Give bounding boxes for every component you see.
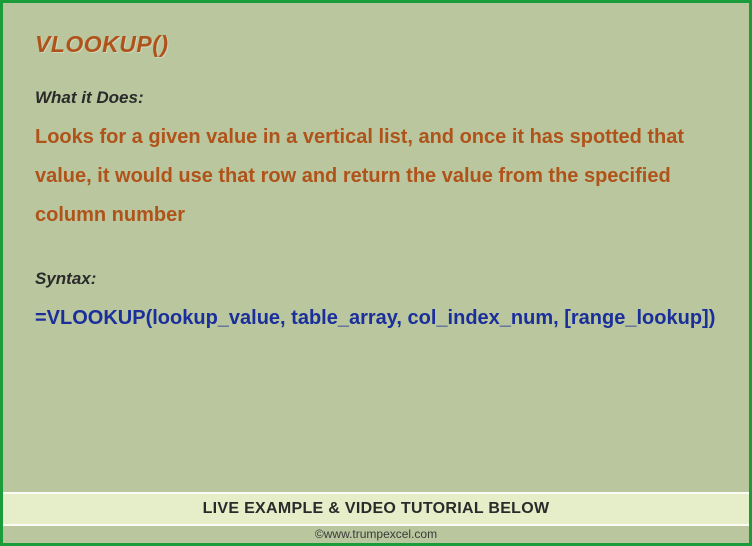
what-it-does-label: What it Does: [35, 88, 717, 108]
card-content: VLOOKUP() What it Does: Looks for a give… [3, 3, 749, 492]
function-title: VLOOKUP() [35, 31, 717, 58]
footer-bar: LIVE EXAMPLE & VIDEO TUTORIAL BELOW [3, 492, 749, 526]
function-card: VLOOKUP() What it Does: Looks for a give… [0, 0, 752, 546]
what-it-does-text: Looks for a given value in a vertical li… [35, 118, 717, 235]
syntax-label: Syntax: [35, 269, 717, 289]
syntax-text: =VLOOKUP(lookup_value, table_array, col_… [35, 299, 717, 338]
credit-text: ©www.trumpexcel.com [3, 526, 749, 543]
